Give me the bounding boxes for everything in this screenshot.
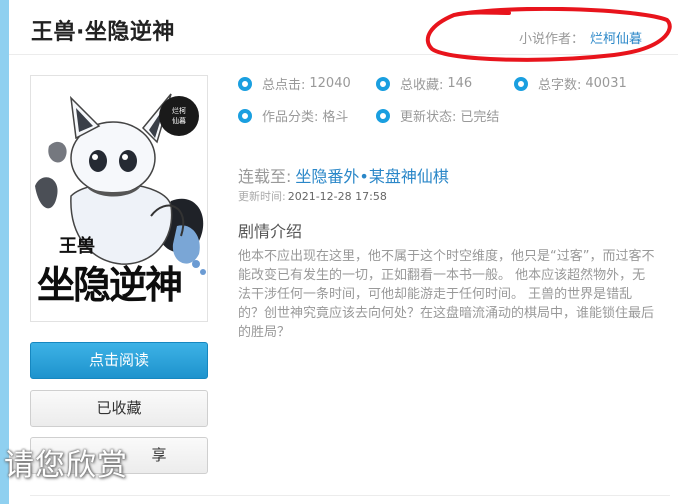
page-title: 王兽·坐隐逆神 bbox=[31, 20, 175, 45]
stat-label: 总字数: bbox=[538, 78, 582, 93]
circle-bullet-icon bbox=[238, 108, 252, 123]
favorited-button[interactable]: 已收藏 bbox=[30, 390, 208, 427]
stat-value: 146 bbox=[447, 76, 473, 91]
stat-value: 12040 bbox=[309, 76, 351, 91]
stat-total-favorites: 总收藏: 146 bbox=[376, 74, 472, 93]
cover-art-image: 烂柯 仙暮 王兽 坐隐逆神 bbox=[31, 76, 207, 321]
stat-label: 总点击: bbox=[262, 78, 306, 93]
cover-seal-text: 烂柯 bbox=[172, 106, 186, 115]
stat-total-words: 总字数: 40031 bbox=[514, 74, 627, 93]
book-cover[interactable]: 烂柯 仙暮 王兽 坐隐逆神 bbox=[30, 75, 208, 322]
stat-value: 已完结 bbox=[460, 110, 500, 125]
share-label: 享 bbox=[151, 446, 167, 464]
stat-label: 作品分类: bbox=[262, 110, 319, 125]
stat-label: 更新状态: bbox=[400, 110, 457, 125]
watermark-text: 请您欣赏 bbox=[4, 448, 128, 483]
stat-update-status: 更新状态: 已完结 bbox=[376, 106, 499, 125]
divider bbox=[30, 495, 670, 496]
synopsis-heading: 剧情介绍 bbox=[238, 222, 303, 241]
circle-bullet-icon bbox=[238, 76, 252, 91]
cover-title-big: 坐隐逆神 bbox=[37, 262, 181, 307]
stat-label: 总收藏: bbox=[400, 78, 444, 93]
synopsis-text: 他本不应出现在这里，他不属于这个时空维度，他只是“过客”，而过客不能改变已有发生… bbox=[238, 249, 655, 340]
stat-value: 40031 bbox=[585, 76, 627, 91]
cover-title-small: 王兽 bbox=[59, 235, 95, 257]
latest-chapter: 连载至: 坐隐番外•某盘神仙棋 bbox=[238, 163, 449, 187]
left-accent-bar bbox=[0, 0, 9, 504]
svg-text:仙暮: 仙暮 bbox=[172, 116, 186, 125]
circle-bullet-icon bbox=[514, 76, 528, 91]
read-button[interactable]: 点击阅读 bbox=[30, 342, 208, 379]
stat-category: 作品分类: 格斗 bbox=[238, 106, 348, 125]
stat-value: 格斗 bbox=[322, 110, 349, 125]
update-time-label: 更新时间: bbox=[238, 190, 286, 203]
circle-bullet-icon bbox=[376, 108, 390, 123]
circle-bullet-icon bbox=[376, 76, 390, 91]
latest-label: 连载至: bbox=[238, 167, 292, 186]
annotation-circle bbox=[425, 7, 672, 62]
update-time: 更新时间: 2021-12-28 17:58 bbox=[238, 188, 387, 204]
stat-total-clicks: 总点击: 12040 bbox=[238, 74, 351, 93]
latest-chapter-link[interactable]: 坐隐番外•某盘神仙棋 bbox=[295, 167, 448, 186]
update-time-value: 2021-12-28 17:58 bbox=[287, 190, 387, 203]
